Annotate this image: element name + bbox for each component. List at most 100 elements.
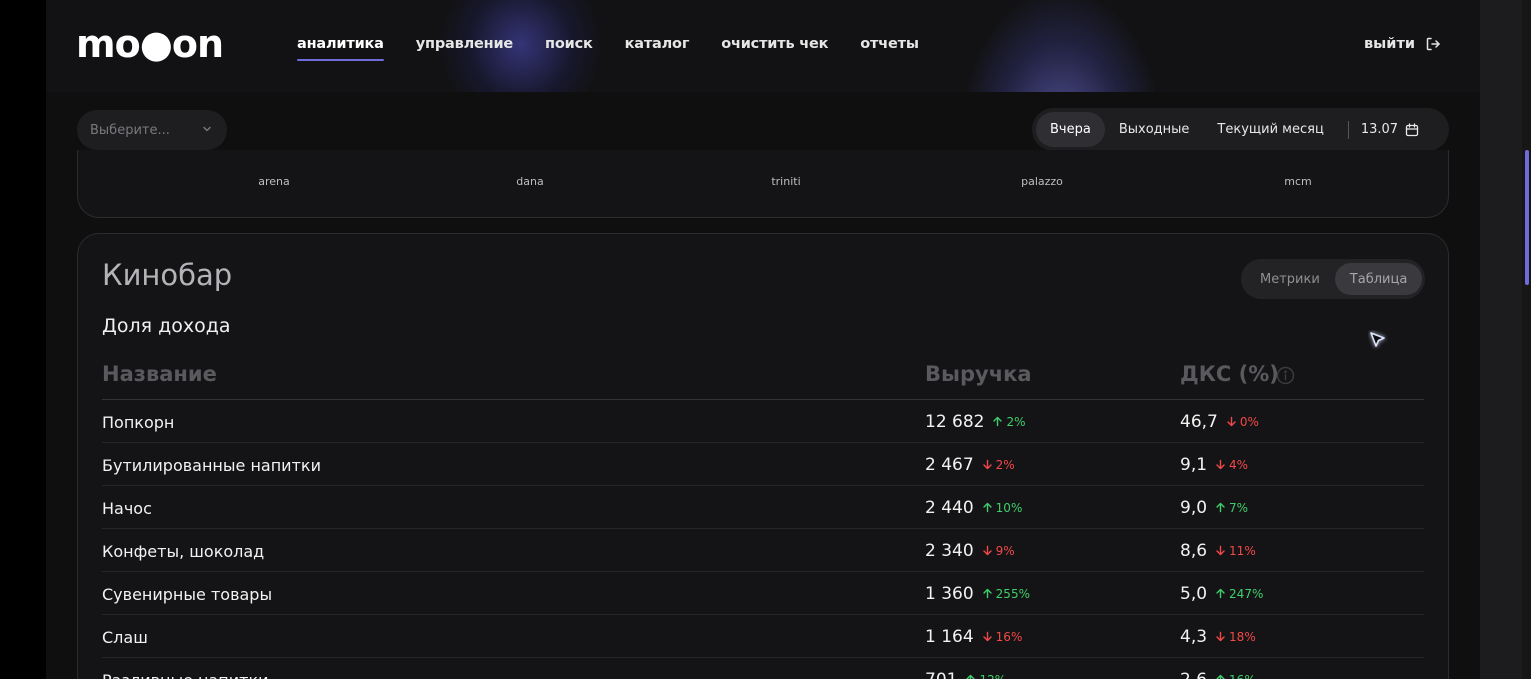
income-share-table: Название Выручка ДКС (%) Попкорн 12 682 2%… — [102, 362, 1424, 679]
revenue-delta-value: 9% — [995, 543, 1015, 558]
row-name: Попкорн — [102, 413, 175, 432]
row-dks: 4,3 18% — [1180, 627, 1256, 647]
arrow-down-icon — [1216, 459, 1225, 470]
dks-delta-value: 16% — [1229, 673, 1256, 679]
logout-button[interactable]: выйти — [1364, 36, 1441, 52]
logo[interactable]: mo●on — [76, 24, 224, 64]
nav-item-analytics[interactable]: аналитика — [297, 36, 384, 61]
row-revenue: 1 360 255% — [925, 584, 1030, 604]
nav-item-search[interactable]: поиск — [545, 36, 593, 52]
table-row[interactable]: Слаш 1 164 16% 4,3 18% — [102, 615, 1424, 658]
row-name: Бутилированные напитки — [102, 456, 321, 475]
kinobar-card: Кинобар Доля дохода Метрики Таблица Назв… — [77, 233, 1449, 679]
nav-item-catalog[interactable]: каталог — [625, 36, 690, 52]
calendar-icon — [1405, 122, 1419, 136]
card-title: Кинобар — [102, 258, 233, 292]
period-yesterday[interactable]: Вчера — [1036, 112, 1105, 147]
table-row[interactable]: Попкорн 12 682 2% 46,7 0% — [102, 400, 1424, 443]
toggle-table[interactable]: Таблица — [1334, 263, 1423, 295]
chevron-down-icon — [203, 126, 211, 132]
row-name: Сувенирные товары — [102, 585, 273, 604]
arrow-up-icon — [1216, 588, 1225, 599]
dks-delta-value: 18% — [1229, 629, 1256, 644]
revenue-value: 701 — [925, 670, 957, 679]
logout-icon — [1426, 37, 1440, 51]
top-header: mo●on аналитика управление поиск каталог… — [46, 0, 1480, 92]
logout-label: выйти — [1364, 36, 1416, 52]
toggle-metrics[interactable]: Метрики — [1245, 263, 1335, 295]
row-revenue: 12 682 2% — [925, 412, 1026, 432]
row-dks: 8,6 11% — [1180, 541, 1256, 561]
period-divider — [1347, 120, 1349, 139]
table-body: Попкорн 12 682 2% 46,7 0% Бутилированные напи… — [102, 400, 1424, 679]
dks-value: 5,0 — [1180, 584, 1208, 604]
column-header-name[interactable]: Название — [102, 362, 217, 386]
revenue-value: 1 360 — [925, 584, 974, 604]
date-picker[interactable]: 13.07 — [1361, 122, 1419, 137]
main-nav: аналитика управление поиск каталог очист… — [297, 36, 951, 61]
revenue-delta: 2% — [992, 415, 1026, 429]
venue-select[interactable]: Выберите... — [77, 110, 227, 150]
arrow-up-icon — [982, 502, 992, 513]
mouse-cursor-icon — [1370, 332, 1385, 347]
row-name: Начос — [102, 499, 152, 518]
table-row[interactable]: Конфеты, шоколад 2 340 9% 8,6 11% — [102, 529, 1424, 572]
dks-delta: 16% — [1215, 673, 1256, 679]
row-name: Разливные напитки — [102, 671, 269, 679]
revenue-delta-value: 16% — [995, 629, 1023, 644]
dks-delta: 247% — [1215, 587, 1263, 601]
dks-delta: 4% — [1215, 458, 1248, 472]
venue-label-triniti: triniti — [771, 175, 801, 188]
dks-value: 4,3 — [1180, 627, 1208, 647]
header-glow-right — [961, 0, 1161, 92]
revenue-value: 1 164 — [925, 627, 974, 647]
info-icon[interactable] — [1276, 366, 1295, 385]
revenue-value: 2 440 — [925, 498, 974, 518]
card-subtitle: Доля дохода — [102, 315, 231, 337]
dks-value: 9,0 — [1180, 498, 1208, 518]
dks-value: 9,1 — [1180, 455, 1208, 475]
column-header-revenue[interactable]: Выручка — [925, 362, 1032, 386]
table-row[interactable]: Сувенирные товары 1 360 255% 5,0 247% — [102, 572, 1424, 615]
row-name: Конфеты, шоколад — [102, 542, 265, 561]
revenue-delta: 9% — [982, 544, 1015, 558]
dks-delta: 11% — [1215, 544, 1256, 558]
nav-item-management[interactable]: управление — [416, 36, 513, 52]
revenue-value: 2 340 — [925, 541, 974, 561]
revenue-delta: 255% — [982, 587, 1030, 601]
row-dks: 5,0 247% — [1180, 584, 1263, 604]
row-revenue: 2 467 2% — [925, 455, 1015, 475]
dks-delta-value: 0% — [1239, 414, 1259, 429]
row-revenue: 701 12% — [925, 670, 1006, 679]
column-header-dks[interactable]: ДКС (%) — [1180, 362, 1279, 386]
row-revenue: 2 340 9% — [925, 541, 1015, 561]
arrow-down-icon — [982, 545, 992, 556]
venue-label-mcm: mcm — [1284, 175, 1312, 188]
period-current-month[interactable]: Текущий месяц — [1203, 112, 1337, 147]
table-row[interactable]: Разливные напитки 701 12% 2,6 16% — [102, 658, 1424, 679]
arrow-down-icon — [1227, 416, 1236, 427]
revenue-delta: 2% — [982, 458, 1015, 472]
dks-delta-value: 247% — [1229, 586, 1264, 601]
period-weekend[interactable]: Выходные — [1105, 112, 1204, 147]
venue-label-dana: dana — [516, 175, 544, 188]
scrollbar-track[interactable] — [1522, 0, 1531, 679]
arrow-up-icon — [993, 416, 1003, 427]
nav-item-reports[interactable]: отчеты — [860, 36, 919, 52]
dks-delta-value: 4% — [1229, 457, 1249, 472]
table-header: Название Выручка ДКС (%) — [102, 362, 1424, 400]
table-row[interactable]: Бутилированные напитки 2 467 2% 9,1 4% — [102, 443, 1424, 486]
nav-item-clear-check[interactable]: очистить чек — [721, 36, 828, 52]
revenue-delta-value: 12% — [979, 673, 1006, 679]
row-dks: 9,1 4% — [1180, 455, 1248, 475]
dks-value: 2,6 — [1180, 670, 1207, 679]
scrollbar-thumb[interactable] — [1525, 150, 1529, 285]
revenue-value: 12 682 — [925, 412, 985, 432]
row-dks: 46,7 0% — [1180, 412, 1259, 432]
table-row[interactable]: Начос 2 440 10% 9,0 7% — [102, 486, 1424, 529]
dks-delta: 7% — [1215, 501, 1248, 515]
venue-axis-labels: arena dana triniti palazzo mcm — [78, 175, 1450, 189]
venues-chart-card: arena dana triniti palazzo mcm — [77, 150, 1449, 218]
arrow-down-icon — [982, 631, 992, 642]
arrow-down-icon — [982, 459, 992, 470]
